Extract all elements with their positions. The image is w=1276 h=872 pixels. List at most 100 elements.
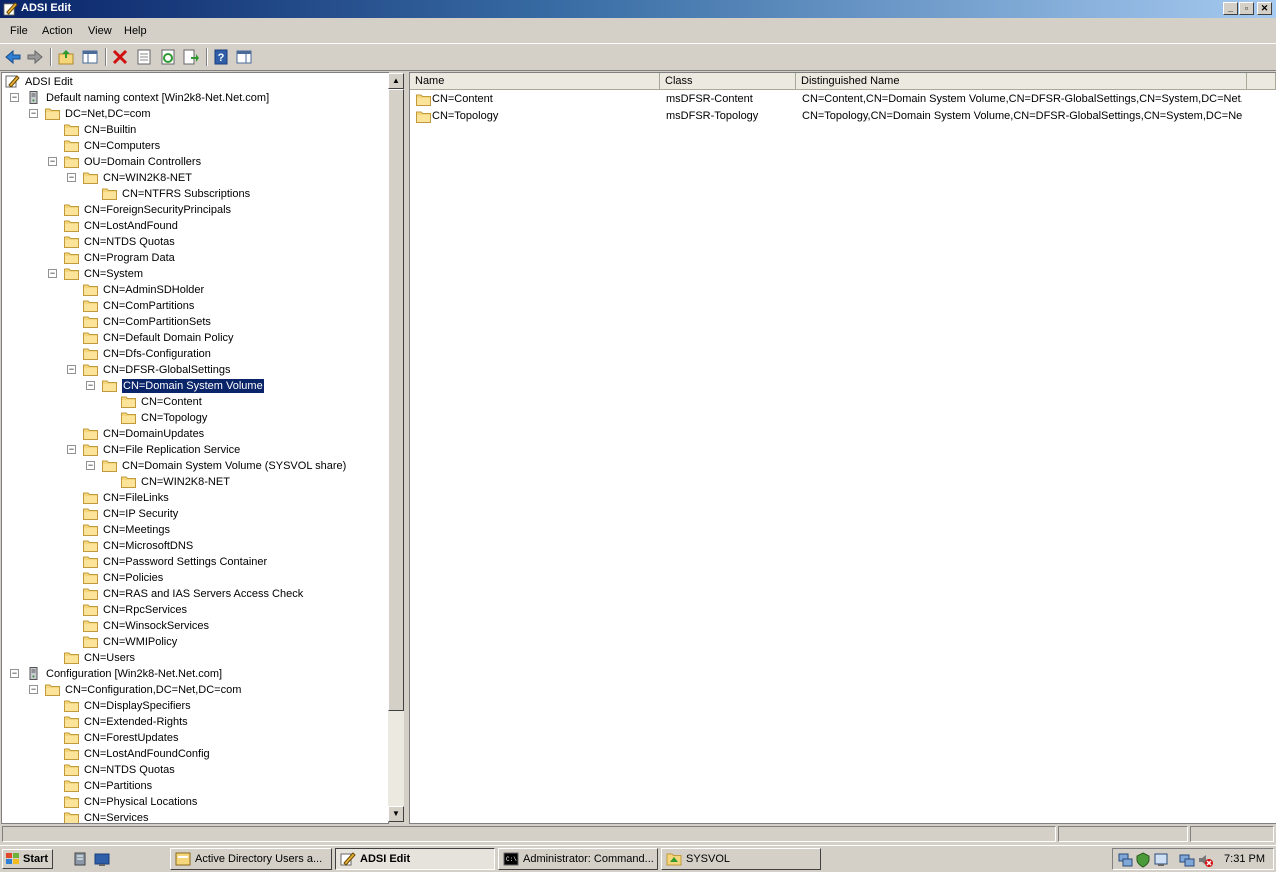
tree-node[interactable]: CN=NTFRS Subscriptions [2, 186, 388, 202]
tree-node-label[interactable]: CN=ForestUpdates [84, 731, 178, 745]
tree-node-label[interactable]: CN=Extended-Rights [84, 715, 188, 729]
tree-node-label[interactable]: CN=ComPartitionSets [103, 315, 211, 329]
tree-node-label[interactable]: CN=Computers [84, 139, 160, 153]
tree-node-label[interactable]: CN=RAS and IAS Servers Access Check [103, 587, 303, 601]
tree-node-label[interactable]: CN=Policies [103, 571, 163, 585]
tree-node[interactable]: CN=WMIPolicy [2, 634, 388, 650]
taskbar-button[interactable]: Active Directory Users a... [170, 848, 332, 870]
tree-node-label[interactable]: CN=Domain System Volume [121, 378, 265, 394]
tree-vertical-scrollbar[interactable]: ▲ ▼ [388, 73, 404, 822]
tree-node-label[interactable]: CN=LostAndFound [84, 219, 178, 233]
tree-node-label[interactable]: CN=NTFRS Subscriptions [122, 187, 250, 201]
refresh-icon[interactable] [159, 48, 177, 66]
tree-node-label[interactable]: DC=Net,DC=com [65, 107, 151, 121]
speaker-muted-icon[interactable] [1197, 852, 1213, 868]
tree-node-label[interactable]: Default naming context [Win2k8-Net.Net.c… [46, 91, 269, 105]
tree-node[interactable]: CN=NTDS Quotas [2, 234, 388, 250]
tree-node[interactable]: CN=Password Settings Container [2, 554, 388, 570]
tree-node[interactable]: CN=ForeignSecurityPrincipals [2, 202, 388, 218]
tree-node[interactable]: CN=LostAndFound [2, 218, 388, 234]
menu-action[interactable]: Action [42, 25, 73, 37]
tree-node[interactable]: CN=ComPartitionSets [2, 314, 388, 330]
list-item[interactable]: CN=Topology msDFSR-Topology CN=Topology,CN… [410, 108, 1276, 125]
tree-node-label[interactable]: CN=WIN2K8-NET [141, 475, 230, 489]
tree-node[interactable]: CN=WinsockServices [2, 618, 388, 634]
up-folder-icon[interactable] [57, 48, 75, 66]
tree-node[interactable]: CN=Partitions [2, 778, 388, 794]
security-shield-icon[interactable] [1135, 852, 1151, 868]
collapse-toggle[interactable]: − [86, 461, 95, 470]
tree-node-label[interactable]: CN=Services [84, 811, 149, 823]
tree-node-label[interactable]: CN=AdminSDHolder [103, 283, 204, 297]
tree-node-label[interactable]: CN=Password Settings Container [103, 555, 267, 569]
tree-node-label[interactable]: CN=File Replication Service [103, 443, 240, 457]
export-list-icon[interactable] [182, 48, 200, 66]
list-item[interactable]: CN=Content msDFSR-Content CN=Content,CN=Do… [410, 91, 1276, 108]
tree-node[interactable]: CN=Computers [2, 138, 388, 154]
tree-node[interactable]: CN=Policies [2, 570, 388, 586]
scroll-up-button[interactable]: ▲ [388, 73, 404, 89]
tree-node[interactable]: CN=WIN2K8-NET [2, 474, 388, 490]
tree-node[interactable]: CN=Default Domain Policy [2, 330, 388, 346]
tree-node[interactable]: CN=MicrosoftDNS [2, 538, 388, 554]
tree-node-label[interactable]: CN=RpcServices [103, 603, 187, 617]
tree-node[interactable]: − CN=WIN2K8-NET [2, 170, 388, 186]
minimize-button[interactable]: _ [1223, 2, 1238, 15]
column-header-dn[interactable]: Distinguished Name [796, 73, 1247, 90]
back-icon[interactable] [4, 48, 22, 66]
collapse-toggle[interactable]: − [48, 269, 57, 278]
show-action-pane-icon[interactable] [235, 48, 253, 66]
tree-node-label[interactable]: OU=Domain Controllers [84, 155, 201, 169]
tree-node[interactable]: CN=Meetings [2, 522, 388, 538]
tree-node-label[interactable]: CN=Program Data [84, 251, 175, 265]
tree-node-label[interactable]: CN=MicrosoftDNS [103, 539, 193, 553]
tree-node[interactable]: − OU=Domain Controllers [2, 154, 388, 170]
tree-node[interactable]: − CN=File Replication Service [2, 442, 388, 458]
collapse-toggle[interactable]: − [67, 445, 76, 454]
tree-node[interactable]: CN=AdminSDHolder [2, 282, 388, 298]
taskbar-button[interactable]: SYSVOL [661, 848, 821, 870]
tree-node[interactable]: CN=Users [2, 650, 388, 666]
collapse-toggle[interactable]: − [10, 93, 19, 102]
collapse-toggle[interactable]: − [67, 365, 76, 374]
connection-icon[interactable] [1179, 852, 1195, 868]
tree-node[interactable]: ADSI Edit [2, 74, 388, 90]
properties-icon[interactable] [135, 48, 153, 66]
tree-node-label[interactable]: CN=Dfs-Configuration [103, 347, 211, 361]
tree-node-label[interactable]: CN=Content [141, 395, 202, 409]
menu-file[interactable]: File [10, 25, 28, 37]
tree-node-label[interactable]: CN=FileLinks [103, 491, 169, 505]
tree-node[interactable]: − CN=Domain System Volume [2, 378, 388, 394]
tree-node-label[interactable]: CN=NTDS Quotas [84, 235, 175, 249]
network-icon[interactable] [1117, 852, 1133, 868]
tree-node[interactable]: CN=IP Security [2, 506, 388, 522]
tree-node-label[interactable]: CN=DomainUpdates [103, 427, 204, 441]
tree-node[interactable]: CN=RpcServices [2, 602, 388, 618]
collapse-toggle[interactable]: − [29, 685, 38, 694]
tree-node[interactable]: CN=Content [2, 394, 388, 410]
tree-node-label[interactable]: CN=WIN2K8-NET [103, 171, 192, 185]
tree-node-label[interactable]: CN=Users [84, 651, 135, 665]
show-desktop-icon[interactable] [94, 851, 110, 867]
forward-icon[interactable] [26, 48, 44, 66]
tree-node-label[interactable]: CN=Partitions [84, 779, 152, 793]
tree-node-label[interactable]: CN=Topology [141, 411, 207, 425]
tree-node-label[interactable]: ADSI Edit [25, 75, 73, 89]
tree-node-label[interactable]: CN=System [84, 267, 143, 281]
tree-node-label[interactable]: CN=WinsockServices [103, 619, 209, 633]
tree-node[interactable]: CN=DisplaySpecifiers [2, 698, 388, 714]
tree-node[interactable]: CN=Topology [2, 410, 388, 426]
tree-node[interactable]: CN=NTDS Quotas [2, 762, 388, 778]
tree-node-label[interactable]: CN=NTDS Quotas [84, 763, 175, 777]
tree-node-label[interactable]: CN=IP Security [103, 507, 178, 521]
tree-node[interactable]: − CN=DFSR-GlobalSettings [2, 362, 388, 378]
tree-node-label[interactable]: CN=LostAndFoundConfig [84, 747, 210, 761]
tree-node-label[interactable]: CN=DisplaySpecifiers [84, 699, 191, 713]
tree-node-label[interactable]: CN=ForeignSecurityPrincipals [84, 203, 231, 217]
tree-node[interactable]: − Configuration [Win2k8-Net.Net.com] [2, 666, 388, 682]
tree-node[interactable]: CN=Dfs-Configuration [2, 346, 388, 362]
tree-node-label[interactable]: CN=Configuration,DC=Net,DC=com [65, 683, 241, 697]
tree-node[interactable]: CN=RAS and IAS Servers Access Check [2, 586, 388, 602]
server-manager-icon[interactable] [72, 851, 88, 867]
collapse-toggle[interactable]: − [67, 173, 76, 182]
